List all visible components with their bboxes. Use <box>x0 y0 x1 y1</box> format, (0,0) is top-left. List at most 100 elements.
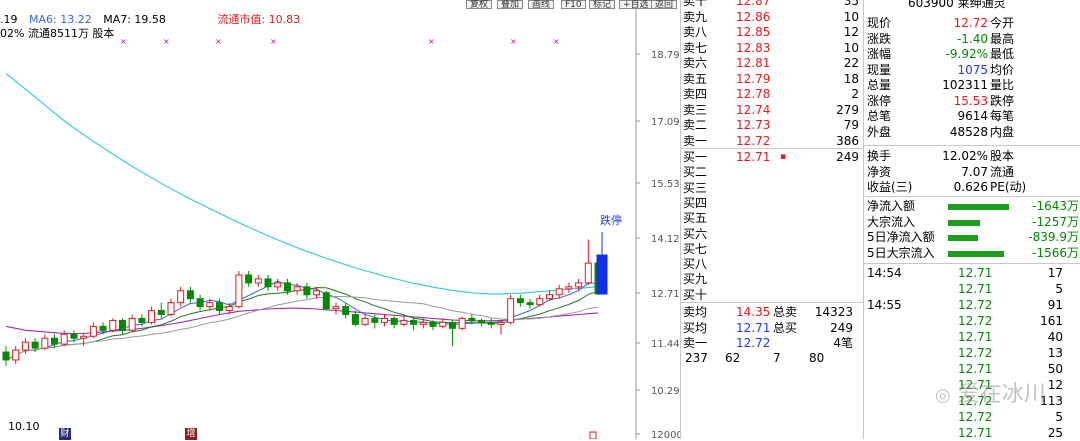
candle-body <box>283 282 291 292</box>
summary-value: 12.71 <box>736 320 771 335</box>
tick-volume: 91 <box>1047 298 1063 312</box>
quote-label: 总笔 <box>867 109 892 123</box>
price-tick-label: 11.44 <box>651 339 680 350</box>
ma-line-ma7 <box>5 72 599 295</box>
toolbar-button-6[interactable]: 返回 <box>651 0 678 10</box>
ask-label: 卖一 <box>683 133 708 148</box>
toolbar-button-3[interactable]: F10 <box>561 0 586 10</box>
ask-label: 卖三 <box>683 102 708 117</box>
quote-label-2: 跌停 <box>990 93 1015 108</box>
candle-body <box>21 341 29 351</box>
candle-body <box>536 298 544 306</box>
candle-body <box>12 349 20 361</box>
book-divider <box>681 302 863 303</box>
candle-body <box>31 341 39 349</box>
candle-body <box>99 325 107 331</box>
flow-value: -1257万 <box>1032 214 1079 229</box>
watermark: ◎ 爱在冰川 <box>935 376 1046 408</box>
ask-row: 卖五 12.79 18 <box>681 72 863 87</box>
quote-label-2: 量比 <box>990 78 1015 92</box>
flow-bar <box>948 219 981 226</box>
quote-divider <box>864 196 1080 197</box>
kline-chart[interactable]: 18.79 17.09 15.53 14.12 12.71 11.44 10.29 12000… <box>0 0 680 440</box>
tick-volume: 13 <box>1047 346 1063 360</box>
quote-label-2: 内盘 <box>990 124 1015 139</box>
flow-bar <box>948 235 979 241</box>
candle-body <box>138 317 146 323</box>
candle-body <box>303 286 311 296</box>
toolbar-button-0[interactable]: 复权 <box>466 0 493 10</box>
candle-body <box>80 335 88 339</box>
summary-label-2: 总买 <box>773 320 798 335</box>
bid-label: 买五 <box>683 211 708 226</box>
candle-body <box>371 317 379 323</box>
book-summary-row: 卖均 14.35 总卖 14323 <box>681 305 863 320</box>
bid-label: 买三 <box>683 180 708 195</box>
candle-body <box>157 310 165 315</box>
candle-body <box>313 290 321 296</box>
candle-body <box>89 325 97 337</box>
issue-badge[interactable]: 增 <box>185 428 197 440</box>
tick-volume: 40 <box>1047 330 1063 344</box>
quote-label-2: PE(动) <box>990 180 1027 194</box>
toolbar-button-1[interactable]: 叠加 <box>497 0 524 10</box>
toolbar-button-4[interactable]: 标记 <box>589 0 616 10</box>
candle-body <box>293 286 301 292</box>
candle-body <box>167 302 175 315</box>
ask-price: 12.86 <box>736 9 771 24</box>
bid-label: 买七 <box>683 241 708 256</box>
bid-row: 买三 <box>681 181 863 196</box>
kline-svg[interactable]: 18.79 17.09 15.53 14.12 12.71 11.44 10.29 12000… <box>0 0 680 439</box>
circulating-value: 流通市值: 10.83 <box>217 13 301 26</box>
summary-value: 14.35 <box>736 305 771 319</box>
ask-price: 12.87 <box>736 0 771 8</box>
tick-time: 14:54 <box>867 266 902 280</box>
bid-row: 买八 <box>681 257 863 272</box>
quote-value: 102311 <box>942 78 988 92</box>
candle-body <box>245 274 253 284</box>
tick-volume: 5 <box>1055 282 1063 296</box>
bid-label: 买十 <box>683 287 708 302</box>
quote-value: 15.53 <box>953 93 988 108</box>
toolbar-button-5[interactable]: +自选 <box>619 0 653 10</box>
summary-label: 卖均 <box>683 305 708 319</box>
book-summary-row: 卖一 12.72 4笔 <box>681 336 863 351</box>
flow-label: 5日净流入额 <box>867 230 935 244</box>
ask-row: 卖九 12.86 10 <box>681 10 863 25</box>
summary-value: 12.72 <box>736 336 771 350</box>
price-tick-label: 18.79 <box>651 50 680 61</box>
toolbar-button-2[interactable]: 画线 <box>528 0 555 10</box>
event-marker: × <box>120 37 127 46</box>
ask-label: 卖十 <box>683 0 708 8</box>
book-divider <box>681 148 863 149</box>
bid-row: 买二 <box>681 165 863 180</box>
quote-value: -1.40 <box>956 31 988 46</box>
quote-label-2: 今开 <box>990 16 1015 30</box>
quote-label: 涨跌 <box>867 31 892 46</box>
bid-marker-icon: ▪ <box>780 152 787 162</box>
ask-row: 卖二 12.73 79 <box>681 118 863 133</box>
candle-body <box>254 278 262 284</box>
bid-label: 买六 <box>683 226 708 241</box>
candle-body <box>516 298 524 304</box>
summary-label: 买均 <box>683 320 708 335</box>
candle-body <box>410 319 418 325</box>
summary-value-2: 14323 <box>814 305 853 319</box>
tick-price: 12.72 <box>958 314 993 328</box>
ask-price: 12.74 <box>736 102 771 117</box>
candle-body <box>235 274 243 308</box>
quote-label: 涨停 <box>867 93 892 108</box>
event-marker: × <box>510 37 517 46</box>
ask-volume: 35 <box>843 0 859 8</box>
finance-badge[interactable]: 财 <box>59 428 71 440</box>
candle-body <box>478 319 486 323</box>
summary-value-2: 249 <box>830 320 853 335</box>
quote-label-2: 最高 <box>990 31 1015 46</box>
candle-body <box>322 292 330 310</box>
candle-body <box>70 333 78 339</box>
bid-row: 买六 <box>681 227 863 242</box>
candle-body <box>177 290 185 304</box>
tick-volume: 12 <box>1047 378 1063 392</box>
candle-body <box>507 298 515 323</box>
candle-body <box>351 313 359 325</box>
